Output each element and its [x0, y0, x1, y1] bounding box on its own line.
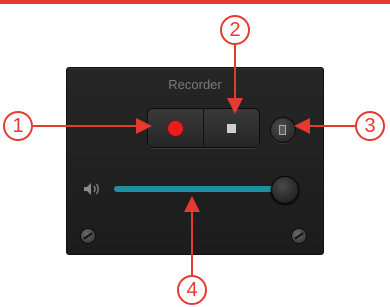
- callout-lines: [33, 45, 355, 275]
- callout-3: 3: [355, 111, 385, 141]
- callout-2: 2: [220, 15, 250, 45]
- callout-1: 1: [3, 111, 33, 141]
- callout-4: 4: [177, 275, 207, 305]
